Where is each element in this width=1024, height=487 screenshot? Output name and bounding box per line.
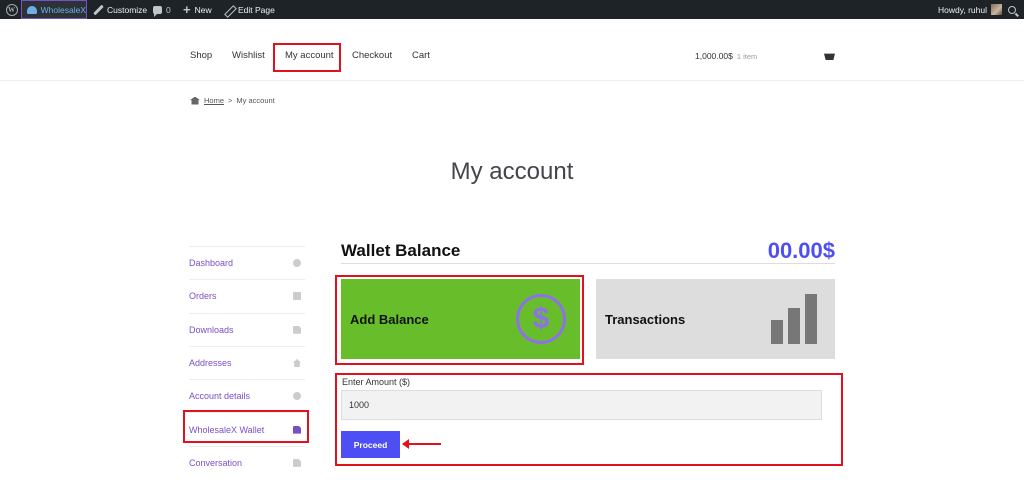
user-icon xyxy=(293,392,301,401)
wallet-title: Wallet Balance xyxy=(341,241,461,260)
admin-bar: W WholesaleX Customize 0 + New Edit Page… xyxy=(0,0,1024,19)
divider xyxy=(341,263,835,264)
page-title: My account xyxy=(450,158,574,185)
breadcrumb-current: My account xyxy=(236,96,275,105)
wordpress-menu[interactable]: W xyxy=(4,0,19,19)
sidebar-item-addresses[interactable]: Addresses xyxy=(189,345,305,379)
cart-item-count: 1 item xyxy=(736,52,758,61)
sidebar-item-orders[interactable]: Orders xyxy=(189,279,305,312)
highlight-box-amount-form xyxy=(335,373,843,466)
wordpress-logo-icon: W xyxy=(5,3,18,16)
howdy-text: Howdy, ruhul xyxy=(938,4,987,15)
transactions-label: Transactions xyxy=(605,311,686,327)
primary-navigation: Shop Wishlist My account Checkout Cart 1… xyxy=(0,19,1024,81)
avatar xyxy=(990,4,1002,15)
edit-page-link[interactable]: Edit Page xyxy=(224,0,275,19)
breadcrumb-separator: > xyxy=(228,96,233,105)
breadcrumb-home[interactable]: Home xyxy=(204,96,224,105)
sidebar-item-conversation[interactable]: Conversation xyxy=(189,445,305,479)
adminbar-search[interactable] xyxy=(1008,0,1016,19)
file-icon xyxy=(293,325,301,334)
nav-item-checkout[interactable]: Checkout xyxy=(352,50,392,61)
cart-total: 1,000.00$ xyxy=(695,51,733,61)
nav-item-cart[interactable]: Cart xyxy=(412,50,430,61)
site-name-menu[interactable]: WholesaleX xyxy=(21,0,87,19)
customize-link[interactable]: Customize xyxy=(93,0,147,19)
sidebar-item-downloads[interactable]: Downloads xyxy=(189,312,305,346)
brush-icon xyxy=(93,5,103,15)
wallet-balance-amount: 00.00$ xyxy=(767,238,835,263)
site-name: WholesaleX xyxy=(40,4,86,15)
bar-chart-icon xyxy=(771,294,821,344)
nav-item-shop[interactable]: Shop xyxy=(190,50,212,61)
comments-link[interactable]: 0 xyxy=(153,0,171,19)
nav-item-wishlist[interactable]: Wishlist xyxy=(232,50,265,61)
sidebar-item-account-details[interactable]: Account details xyxy=(189,379,305,412)
comment-count: 0 xyxy=(166,4,171,15)
home-icon xyxy=(190,96,200,105)
basket-icon xyxy=(293,292,301,301)
pencil-icon xyxy=(224,5,234,15)
breadcrumb: Home > My account xyxy=(190,96,275,105)
new-content-menu[interactable]: + New xyxy=(183,0,212,19)
account-navigation: Dashboard Orders Downloads Addresses Acc… xyxy=(189,246,305,479)
transactions-card[interactable]: Transactions xyxy=(596,279,835,359)
search-icon xyxy=(1008,5,1016,14)
highlight-box-add-balance xyxy=(335,275,584,365)
gauge-icon xyxy=(293,259,301,268)
basket-icon[interactable] xyxy=(824,53,835,60)
highlight-box-my-account xyxy=(273,43,341,72)
dashboard-icon xyxy=(27,5,37,14)
comment-bubble-icon xyxy=(153,5,162,17)
file-icon xyxy=(293,458,301,467)
account-menu[interactable]: Howdy, ruhul xyxy=(938,0,1002,19)
highlight-box-wallet-menu xyxy=(183,410,309,443)
plus-icon: + xyxy=(183,2,191,17)
house-icon xyxy=(293,359,301,368)
sidebar-item-dashboard[interactable]: Dashboard xyxy=(189,246,305,279)
cart-summary[interactable]: 1,000.00$ 1 item xyxy=(695,51,757,61)
